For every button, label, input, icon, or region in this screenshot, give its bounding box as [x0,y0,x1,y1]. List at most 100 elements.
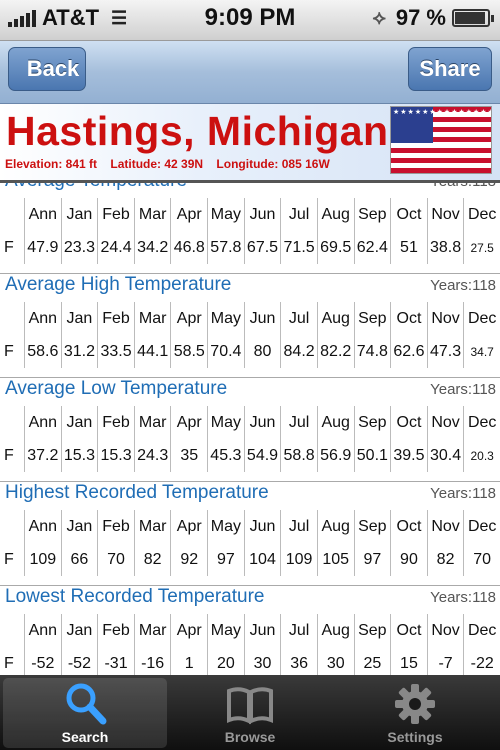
tab-label: Browse [224,729,276,745]
section-title: Highest Recorded Temperature [5,482,269,503]
value-cell: 97 [207,543,244,576]
value-cell: 38.8 [426,231,464,264]
value-cell: -16 [133,647,171,675]
column-header: Sep [353,406,391,439]
climate-section: Average Low Temperature Years:118 Ann Jan Fe… [0,378,500,482]
climate-section: Lowest Recorded Temperature Years:118 Ann J… [0,586,500,675]
column-header: Dec [463,614,500,647]
value-cell: 82 [426,543,464,576]
column-header: Jun [243,406,281,439]
value-cell: 82 [133,543,171,576]
value-cell: 20 [207,647,244,675]
value-cell: 71.5 [280,231,317,264]
column-header: Jun [243,510,281,543]
column-header: Jan [60,302,98,335]
value-cell: 15.3 [60,439,98,472]
climate-section: Average High Temperature Years:118 Ann Jan F… [0,274,500,378]
section-title: Average Temperature [5,183,187,192]
column-header: Ann [24,198,61,231]
value-cell: 74.8 [353,335,391,368]
longitude: Longitude: 085 16W [216,157,330,171]
value-cell: 20.3 [463,439,500,472]
column-header: Mar [133,302,171,335]
value-cell: 1 [170,647,207,675]
back-button[interactable]: Back [8,47,86,91]
value-cell: 66 [60,543,98,576]
column-header: Feb [97,198,134,231]
value-cell: 51 [390,231,427,264]
section-title: Average High Temperature [5,274,232,295]
column-header: Apr [170,406,207,439]
tab-search[interactable]: Search [3,678,167,748]
book-icon [227,687,273,725]
unit-label: F [4,654,14,672]
column-header: Oct [390,614,427,647]
unit-label: F [4,446,14,464]
value-cell: 15.3 [97,439,134,472]
value-cell: 57.8 [207,231,244,264]
tab-browse[interactable]: Browse [168,678,332,748]
section-years: Years:118 [430,277,496,294]
value-cell: 104 [243,543,281,576]
value-cell: -22 [463,647,500,675]
tab-bar: Search Browse Settings [0,675,500,750]
column-header: May [207,406,244,439]
column-header: Nov [426,198,464,231]
grid-corner [0,510,24,543]
column-header: Feb [97,614,134,647]
value-cell: 82.2 [316,335,354,368]
value-cell: 105 [316,543,354,576]
climate-section: Highest Recorded Temperature Years:118 Ann… [0,482,500,586]
column-header: Dec [463,510,500,543]
value-cell: 56.9 [316,439,354,472]
column-header: Aug [316,510,354,543]
section-title: Average Low Temperature [5,378,228,399]
column-header: Apr [170,510,207,543]
tab-settings[interactable]: Settings [333,678,497,748]
value-cell: -31 [97,647,134,675]
column-header: Oct [390,510,427,543]
section-years: Years:118 [430,485,496,502]
column-header: Feb [97,406,134,439]
value-cell: 80 [243,335,281,368]
column-header: Dec [463,198,500,231]
value-cell: 45.3 [207,439,244,472]
column-header: Sep [353,510,391,543]
column-header: Nov [426,406,464,439]
value-cell: 90 [390,543,427,576]
column-header: Nov [426,614,464,647]
bluetooth-icon: ⟡ [372,6,386,29]
value-cell: -52 [60,647,98,675]
column-header: Aug [316,406,354,439]
column-header: Feb [97,510,134,543]
column-header: Mar [133,198,171,231]
value-cell: 70 [463,543,500,576]
value-cell: 24.3 [133,439,171,472]
column-header: Ann [24,302,61,335]
column-header: Oct [390,406,427,439]
value-cell: 58.6 [24,335,61,368]
section-years: Years:118 [430,381,496,398]
column-header: Sep [353,614,391,647]
us-flag-icon: ★★★★★★★★★★★★★★★★★★★★★★★★★★★★★★ [390,106,492,174]
column-header: Jul [280,198,317,231]
column-header: Oct [390,198,427,231]
share-button[interactable]: Share [408,47,492,91]
location-title: Hastings, Michigan [6,108,389,154]
column-header: Nov [426,510,464,543]
column-header: Nov [426,302,464,335]
column-header: May [207,614,244,647]
column-header: Jan [60,510,98,543]
column-header: May [207,510,244,543]
unit-label: F [4,342,14,360]
elevation: Elevation: 841 ft [5,157,98,171]
section-title: Lowest Recorded Temperature [5,586,265,607]
section-grid: Ann Jan Feb Mar Apr May Jun Jul Aug Sep Oct Nov Dec F… [0,614,500,675]
column-header: Apr [170,198,207,231]
column-header: Oct [390,302,427,335]
climate-table[interactable]: Average TemperatureYears:118AnnJanFebMar… [0,183,500,675]
column-header: Dec [463,302,500,335]
value-cell: 33.5 [97,335,134,368]
column-header: Dec [463,406,500,439]
column-header: Aug [316,302,354,335]
